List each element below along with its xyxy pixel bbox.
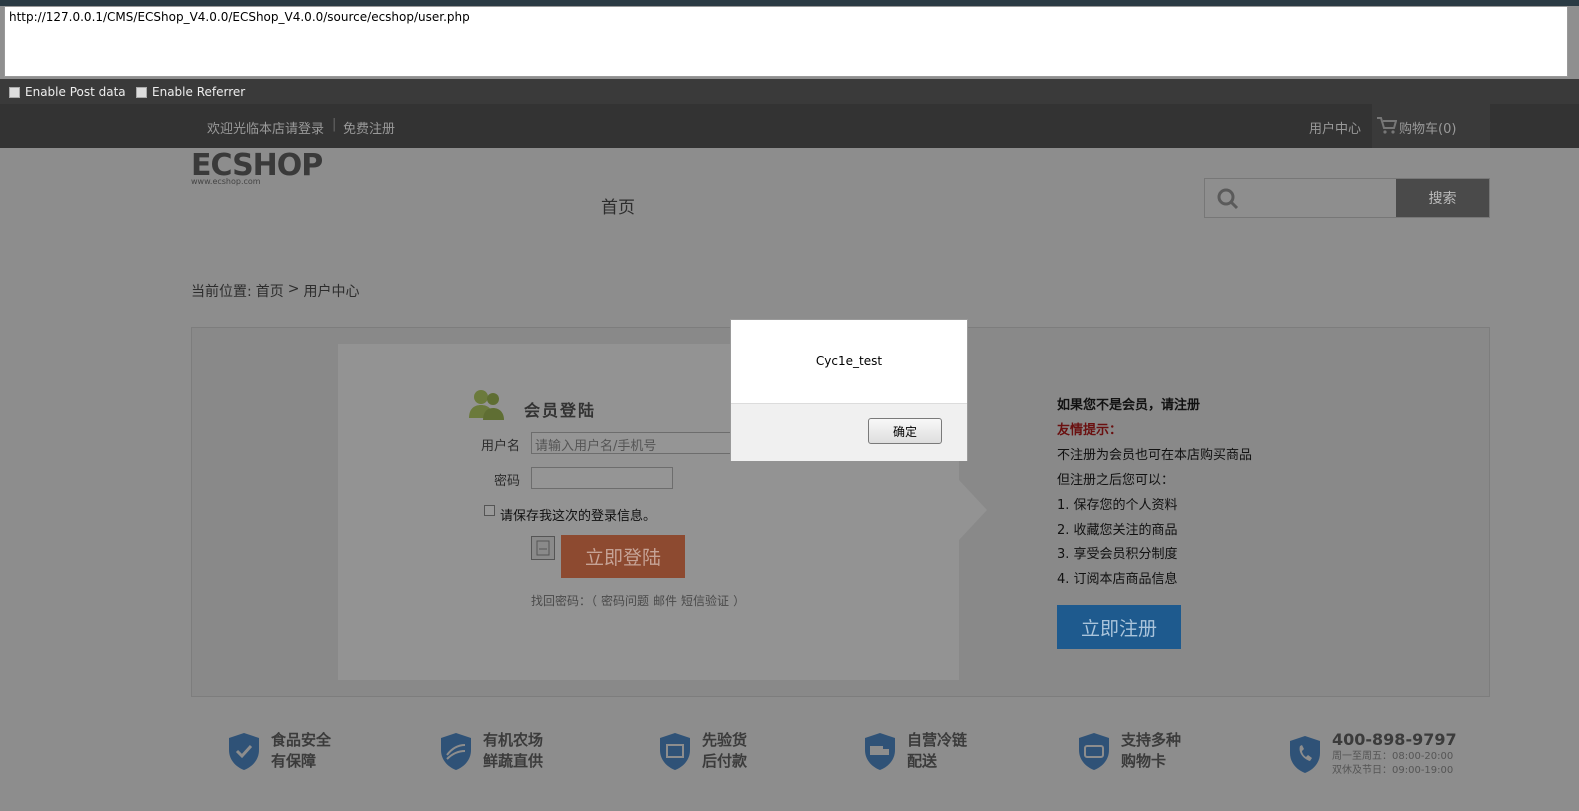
search-box: 搜索	[1204, 178, 1490, 218]
feature-3-line1: 先验货	[702, 731, 748, 749]
forgot-suffix: ）	[733, 594, 746, 608]
captcha-image	[531, 536, 555, 560]
feature-2-line2: 鲜蔬直供	[483, 752, 544, 770]
search-input[interactable]	[1245, 183, 1394, 213]
feature-5-line1: 支持多种	[1121, 731, 1182, 749]
login-button[interactable]: 立即登陆	[561, 535, 685, 578]
search-icon	[1217, 188, 1239, 210]
user-center-link[interactable]: 用户中心	[1309, 118, 1361, 137]
shield-check-icon	[229, 733, 259, 770]
username-placeholder: 请输入用户名/手机号	[535, 439, 657, 454]
truck-icon	[865, 733, 895, 770]
ok-button[interactable]: 确定	[868, 418, 942, 444]
register-tip-title: 友情提示：	[1057, 423, 1123, 438]
hotline-weekday: 周一至周五：08:00-20:00	[1332, 751, 1454, 762]
enable-referrer-label: Enable Referrer	[152, 85, 246, 99]
url-text: http://127.0.0.1/CMS/ECShop_V4.0.0/ECSho…	[9, 10, 470, 24]
enable-referrer-option[interactable]: Enable Referrer	[136, 85, 245, 99]
register-item-2: 2. 收藏您关注的商品	[1057, 523, 1178, 538]
header-divider: |	[332, 117, 337, 132]
feature-4-line2: 配送	[907, 752, 938, 770]
feature-food-safety: 食品安全 有保障	[227, 730, 331, 772]
register-item-3: 3. 享受会员积分制度	[1057, 547, 1178, 562]
feature-2-line1: 有机农场	[483, 731, 544, 749]
enable-post-option[interactable]: Enable Post data	[9, 85, 126, 99]
register-button[interactable]: 立即注册	[1057, 605, 1181, 649]
hotline-number: 400-898-9797	[1332, 730, 1457, 749]
ecshop-logo[interactable]: ECSHOP www.ecshop.com	[191, 148, 323, 186]
farm-icon	[441, 733, 471, 770]
hotline: 400-898-9797 周一至周五：08:00-20:00 双休及节日：09:…	[1288, 730, 1457, 778]
enable-post-label: Enable Post data	[25, 85, 126, 99]
breadcrumb: 当前位置: 首页 > 用户中心	[191, 281, 359, 301]
hotline-weekend: 双休及节日：09:00-19:00	[1332, 765, 1454, 776]
nav-home[interactable]: 首页	[601, 193, 635, 218]
feature-1-line2: 有保障	[271, 752, 317, 770]
forgot-sms-link[interactable]: 短信验证	[681, 592, 729, 609]
feature-4-line1: 自营冷链	[907, 731, 968, 749]
forgot-email-link[interactable]: 邮件	[653, 592, 677, 609]
forgot-prefix: 找回密码：（	[531, 594, 598, 608]
enable-post-checkbox[interactable]	[9, 86, 20, 98]
breadcrumb-current: 用户中心	[303, 284, 360, 300]
feature-5-line2: 购物卡	[1121, 752, 1167, 770]
password-input[interactable]	[531, 467, 673, 489]
alert-dialog: Cyc1e_test 确定	[730, 319, 968, 461]
options-bar: Enable Post data Enable Referrer	[0, 79, 1579, 104]
register-heading: 如果您不是会员，请注册	[1057, 398, 1201, 413]
card-icon	[1079, 733, 1109, 770]
username-input[interactable]: 请输入用户名/手机号	[531, 432, 731, 454]
alert-message: Cyc1e_test	[815, 354, 883, 368]
phone-icon	[1290, 736, 1320, 773]
members-icon	[469, 390, 504, 420]
url-textarea[interactable]: http://127.0.0.1/CMS/ECShop_V4.0.0/ECSho…	[4, 6, 1568, 77]
cart-icon	[1377, 117, 1397, 134]
forgot-password-row: 找回密码：（ 密码问题 邮件 短信验证 ）	[531, 592, 745, 609]
remember-checkbox[interactable]	[484, 505, 495, 516]
register-line-2: 但注册之后您可以：	[1057, 473, 1175, 488]
username-label: 用户名	[481, 439, 521, 454]
breadcrumb-separator: >	[287, 281, 300, 297]
cart-label: 购物车(0)	[1399, 122, 1457, 137]
search-button[interactable]: 搜索	[1396, 179, 1489, 217]
breadcrumb-prefix: 当前位置:	[191, 284, 252, 300]
welcome-login-link[interactable]: 欢迎光临本店请登录	[207, 118, 324, 137]
password-label: 密码	[494, 474, 521, 489]
breadcrumb-home[interactable]: 首页	[256, 281, 284, 301]
enable-referrer-checkbox[interactable]	[136, 86, 147, 98]
feature-organic-farm: 有机农场 鲜蔬直供	[439, 730, 543, 772]
feature-3-line2: 后付款	[702, 752, 748, 770]
image-placeholder-icon	[536, 540, 550, 556]
register-item-4: 4. 订阅本店商品信息	[1057, 572, 1178, 587]
forgot-question-link[interactable]: 密码问题	[601, 592, 649, 609]
cart-link[interactable]: 购物车(0)	[1372, 104, 1490, 148]
package-icon	[660, 733, 690, 770]
register-line-1: 不注册为会员也可在本店购买商品	[1057, 448, 1253, 463]
remember-label: 请保存我这次的登录信息。	[500, 509, 657, 524]
feature-shopping-card: 支持多种 购物卡	[1077, 730, 1181, 772]
feature-inspect-first: 先验货 后付款	[658, 730, 747, 772]
feature-1-line1: 食品安全	[271, 731, 332, 749]
login-title: 会员登陆	[524, 401, 597, 420]
register-link[interactable]: 免费注册	[343, 118, 395, 137]
feature-cold-chain: 自营冷链 配送	[863, 730, 967, 772]
register-item-1: 1. 保存您的个人资料	[1057, 498, 1178, 513]
login-box-arrow	[959, 480, 987, 540]
alert-footer: 确定	[731, 403, 967, 461]
site-top-bar: 欢迎光临本店请登录 | 免费注册 用户中心 购物车(0)	[0, 104, 1579, 148]
